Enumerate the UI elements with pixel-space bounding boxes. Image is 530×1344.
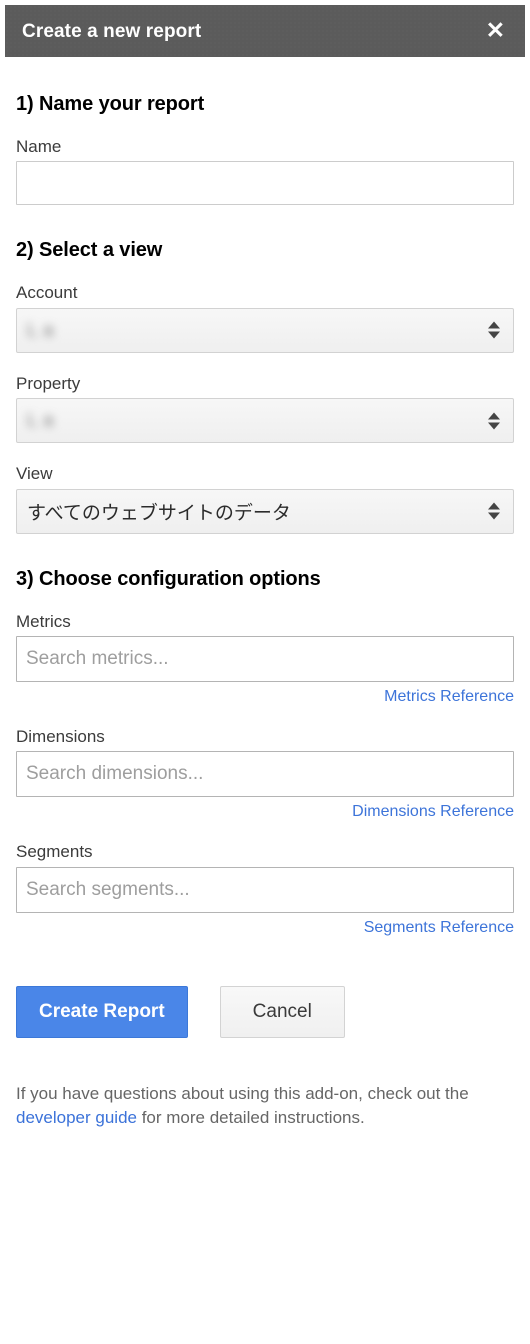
create-report-dialog: Create a new report ✕ 1) Name your repor…	[0, 0, 530, 1344]
dimensions-label: Dimensions	[16, 726, 105, 746]
metrics-reference-link[interactable]: Metrics Reference	[384, 688, 514, 705]
footer-text-after: for more detailed instructions.	[136, 1108, 365, 1128]
name-input[interactable]	[16, 161, 514, 206]
view-field-group: View すべてのウェブサイトのデータ	[16, 464, 514, 534]
name-field-group: Name	[16, 137, 514, 206]
dialog-body: 1) Name your report Name 2) Select a vie…	[0, 57, 530, 1131]
footer-text-before: If you have questions about using this a…	[16, 1083, 469, 1103]
section-heading-name: 1) Name your report	[16, 93, 205, 115]
metrics-search-input[interactable]	[16, 635, 514, 682]
view-select[interactable]: すべてのウェブサイトのデータ	[16, 488, 514, 534]
metrics-field-group: Metrics Metrics Reference	[16, 612, 514, 706]
property-select-box[interactable]: L a	[16, 398, 514, 444]
account-select-box[interactable]: L a	[16, 307, 514, 353]
name-label: Name	[16, 137, 62, 156]
dialog-actions: Create Report Cancel	[16, 985, 514, 1038]
property-label: Property	[16, 373, 81, 393]
dialog-title: Create a new report	[22, 20, 202, 42]
dimensions-search-input[interactable]	[16, 751, 514, 798]
dimensions-reference-link[interactable]: Dimensions Reference	[352, 803, 514, 820]
metrics-reference-row: Metrics Reference	[16, 688, 514, 706]
property-select[interactable]: L a	[16, 398, 514, 444]
segments-reference-row: Segments Reference	[16, 919, 514, 937]
section-heading-view: 2) Select a view	[16, 239, 163, 262]
close-icon[interactable]: ✕	[482, 17, 509, 46]
segments-reference-link[interactable]: Segments Reference	[364, 919, 514, 936]
metrics-label: Metrics	[16, 611, 71, 631]
view-select-value: すべてのウェブサイトのデータ	[27, 502, 291, 524]
account-label: Account	[16, 283, 78, 303]
dialog-titlebar: Create a new report ✕	[5, 5, 525, 57]
footer-help-text: If you have questions about using this a…	[16, 1082, 516, 1131]
developer-guide-link[interactable]: developer guide	[16, 1108, 137, 1127]
view-label: View	[16, 464, 53, 484]
dimensions-field-group: Dimensions Dimensions Reference	[16, 727, 514, 821]
create-report-button[interactable]: Create Report	[16, 985, 188, 1038]
segments-field-group: Segments Segments Reference	[16, 842, 514, 936]
property-select-value: L a	[27, 410, 55, 431]
segments-search-input[interactable]	[16, 866, 514, 913]
view-select-box[interactable]: すべてのウェブサイトのデータ	[16, 488, 514, 534]
segments-label: Segments	[16, 842, 93, 862]
cancel-button[interactable]: Cancel	[219, 985, 345, 1038]
account-select-value: L a	[27, 319, 55, 340]
section-heading-config: 3) Choose configuration options	[16, 567, 321, 590]
account-select[interactable]: L a	[16, 307, 514, 353]
dimensions-reference-row: Dimensions Reference	[16, 803, 514, 821]
account-field-group: Account L a	[16, 283, 514, 353]
property-field-group: Property L a	[16, 373, 514, 444]
